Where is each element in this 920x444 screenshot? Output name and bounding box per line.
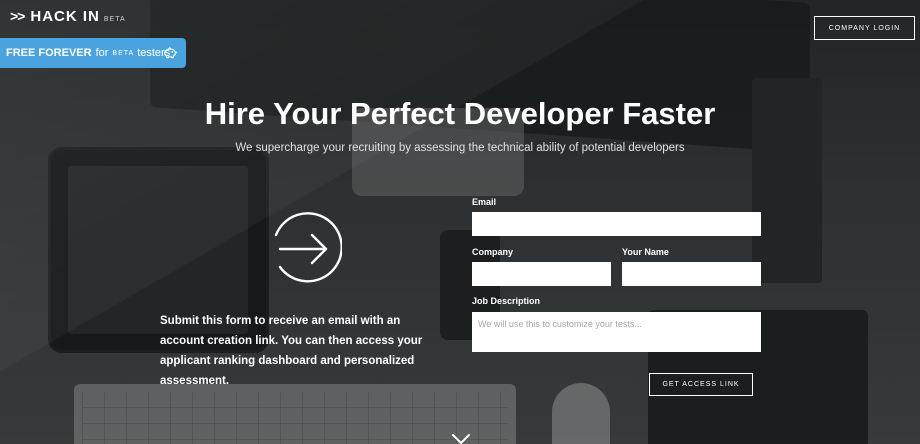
email-label: Email	[472, 197, 497, 207]
free-forever-banner[interactable]: FREE FOREVER for BETA testers	[0, 38, 186, 68]
promo-for-text: for	[95, 47, 109, 59]
job-description-label: Job Description	[472, 296, 541, 306]
brand-beta-tag: BETA	[103, 16, 126, 23]
your-name-field[interactable]	[622, 262, 761, 286]
brand-chevrons: >>	[10, 8, 25, 24]
chevron-down-icon[interactable]	[451, 434, 471, 444]
promo-strong-text: FREE FOREVER	[6, 47, 92, 59]
piggy-bank-icon	[164, 47, 178, 59]
brand-logo[interactable]: >> HACK IN BETA	[10, 8, 126, 25]
company-field[interactable]	[472, 262, 611, 286]
info-text: Submit this form to receive an email wit…	[160, 315, 423, 387]
arrow-right-circle-icon	[274, 212, 342, 283]
company-label: Company	[472, 247, 514, 257]
brand-name: HACK IN	[30, 8, 100, 25]
job-description-field[interactable]	[472, 312, 761, 352]
email-field[interactable]	[472, 212, 761, 236]
get-access-link-button[interactable]: GET ACCESS LINK	[649, 373, 753, 396]
page-title: Hire Your Perfect Developer Faster	[204, 96, 716, 131]
page-subtitle: We supercharge your recruiting by assess…	[235, 142, 685, 154]
your-name-label: Your Name	[622, 247, 669, 257]
company-login-button[interactable]: COMPANY LOGIN	[814, 16, 915, 40]
promo-beta-text: BETA	[112, 49, 135, 57]
